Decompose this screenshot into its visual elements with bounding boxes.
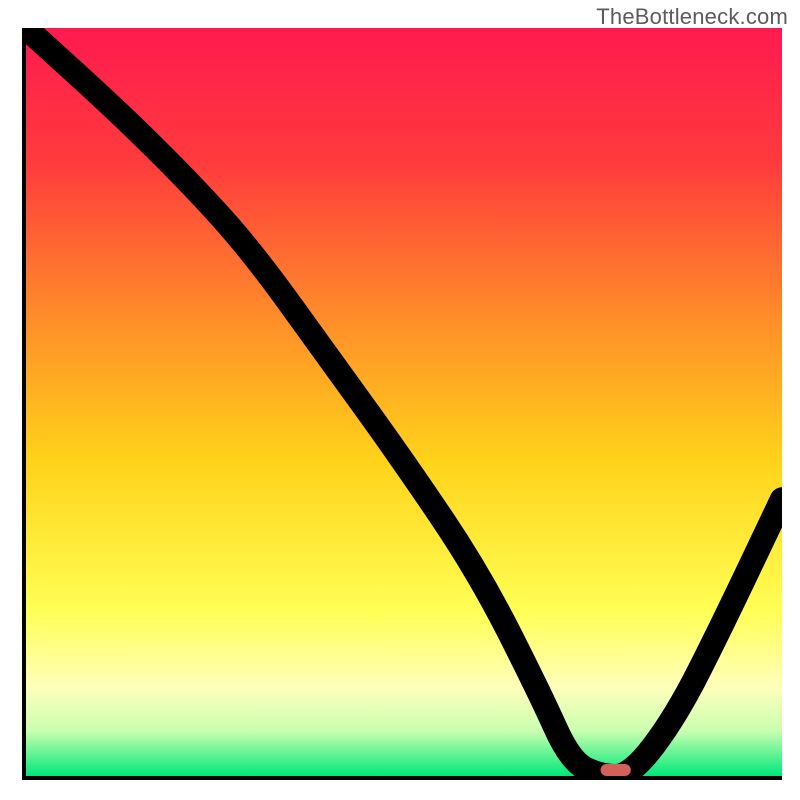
chart-svg bbox=[26, 28, 782, 776]
watermark-label: TheBottleneck.com bbox=[596, 4, 788, 30]
bottleneck-curve-line bbox=[26, 28, 782, 776]
sweet-spot-marker bbox=[601, 764, 631, 776]
chart-plot-area bbox=[22, 28, 782, 780]
